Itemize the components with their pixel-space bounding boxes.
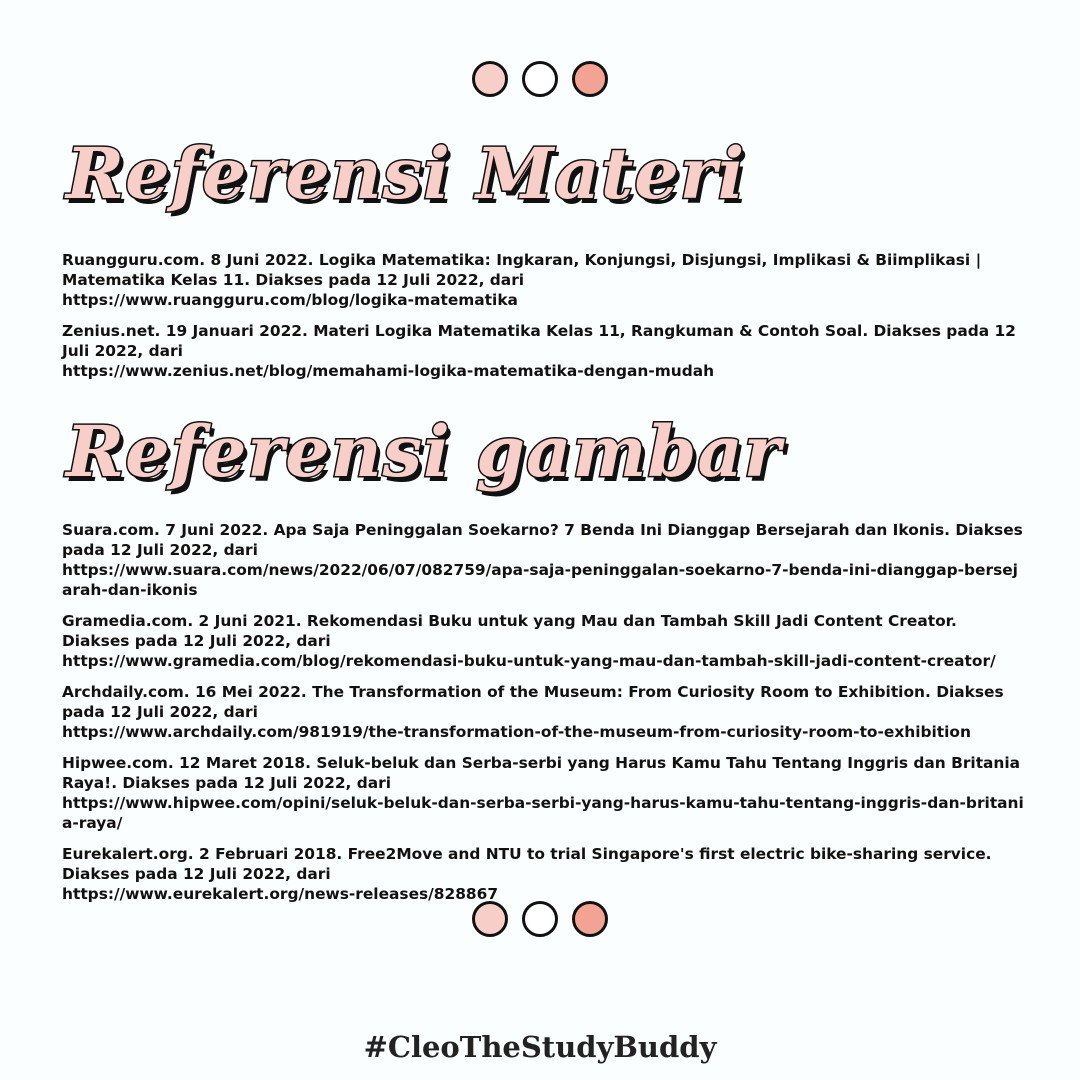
reference-item: Gramedia.com. 2 Juni 2021. Rekomendasi B… [62, 611, 1028, 671]
decorative-dots-top [472, 61, 608, 97]
reference-url: https://www.gramedia.com/blog/rekomendas… [62, 652, 996, 670]
reference-citation: Suara.com. 7 Juni 2022. Apa Saja Peningg… [62, 521, 1023, 559]
circle-icon [522, 61, 558, 97]
reference-citation: Archdaily.com. 16 Mei 2022. The Transfor… [62, 683, 1004, 721]
reference-list-materi: Ruangguru.com. 8 Juni 2022. Logika Matem… [62, 250, 1028, 392]
circle-icon [572, 901, 608, 937]
reference-url: https://www.suara.com/news/2022/06/07/08… [62, 561, 1018, 599]
footer-hashtag: #CleoTheStudyBuddy [363, 1030, 717, 1064]
reference-url: https://www.zenius.net/blog/memahami-log… [62, 362, 715, 380]
reference-citation: Hipwee.com. 12 Maret 2018. Seluk-beluk d… [62, 754, 1021, 792]
reference-citation: Gramedia.com. 2 Juni 2021. Rekomendasi B… [62, 612, 957, 650]
circle-icon [522, 901, 558, 937]
section-heading-materi: Referensi Materi [64, 131, 746, 217]
reference-citation: Ruangguru.com. 8 Juni 2022. Logika Matem… [62, 251, 982, 289]
section-heading-gambar: Referensi gambar [65, 409, 783, 495]
circle-icon [472, 901, 508, 937]
reference-citation: Eurekalert.org. 2 Februari 2018. Free2Mo… [62, 845, 992, 883]
reference-url: https://www.archdaily.com/981919/the-tra… [62, 723, 971, 741]
reference-item: Zenius.net. 19 Januari 2022. Materi Logi… [62, 321, 1028, 381]
reference-item: Hipwee.com. 12 Maret 2018. Seluk-beluk d… [62, 753, 1028, 833]
reference-item: Ruangguru.com. 8 Juni 2022. Logika Matem… [62, 250, 1028, 310]
reference-list-gambar: Suara.com. 7 Juni 2022. Apa Saja Peningg… [62, 520, 1028, 915]
reference-item: Suara.com. 7 Juni 2022. Apa Saja Peningg… [62, 520, 1028, 600]
reference-item: Eurekalert.org. 2 Februari 2018. Free2Mo… [62, 844, 1028, 904]
decorative-dots-bottom [472, 901, 608, 937]
reference-url: https://www.hipwee.com/opini/seluk-beluk… [62, 794, 1024, 832]
circle-icon [472, 61, 508, 97]
reference-citation: Zenius.net. 19 Januari 2022. Materi Logi… [62, 322, 1016, 360]
reference-item: Archdaily.com. 16 Mei 2022. The Transfor… [62, 682, 1028, 742]
circle-icon [572, 61, 608, 97]
reference-url: https://www.ruangguru.com/blog/logika-ma… [62, 291, 518, 309]
